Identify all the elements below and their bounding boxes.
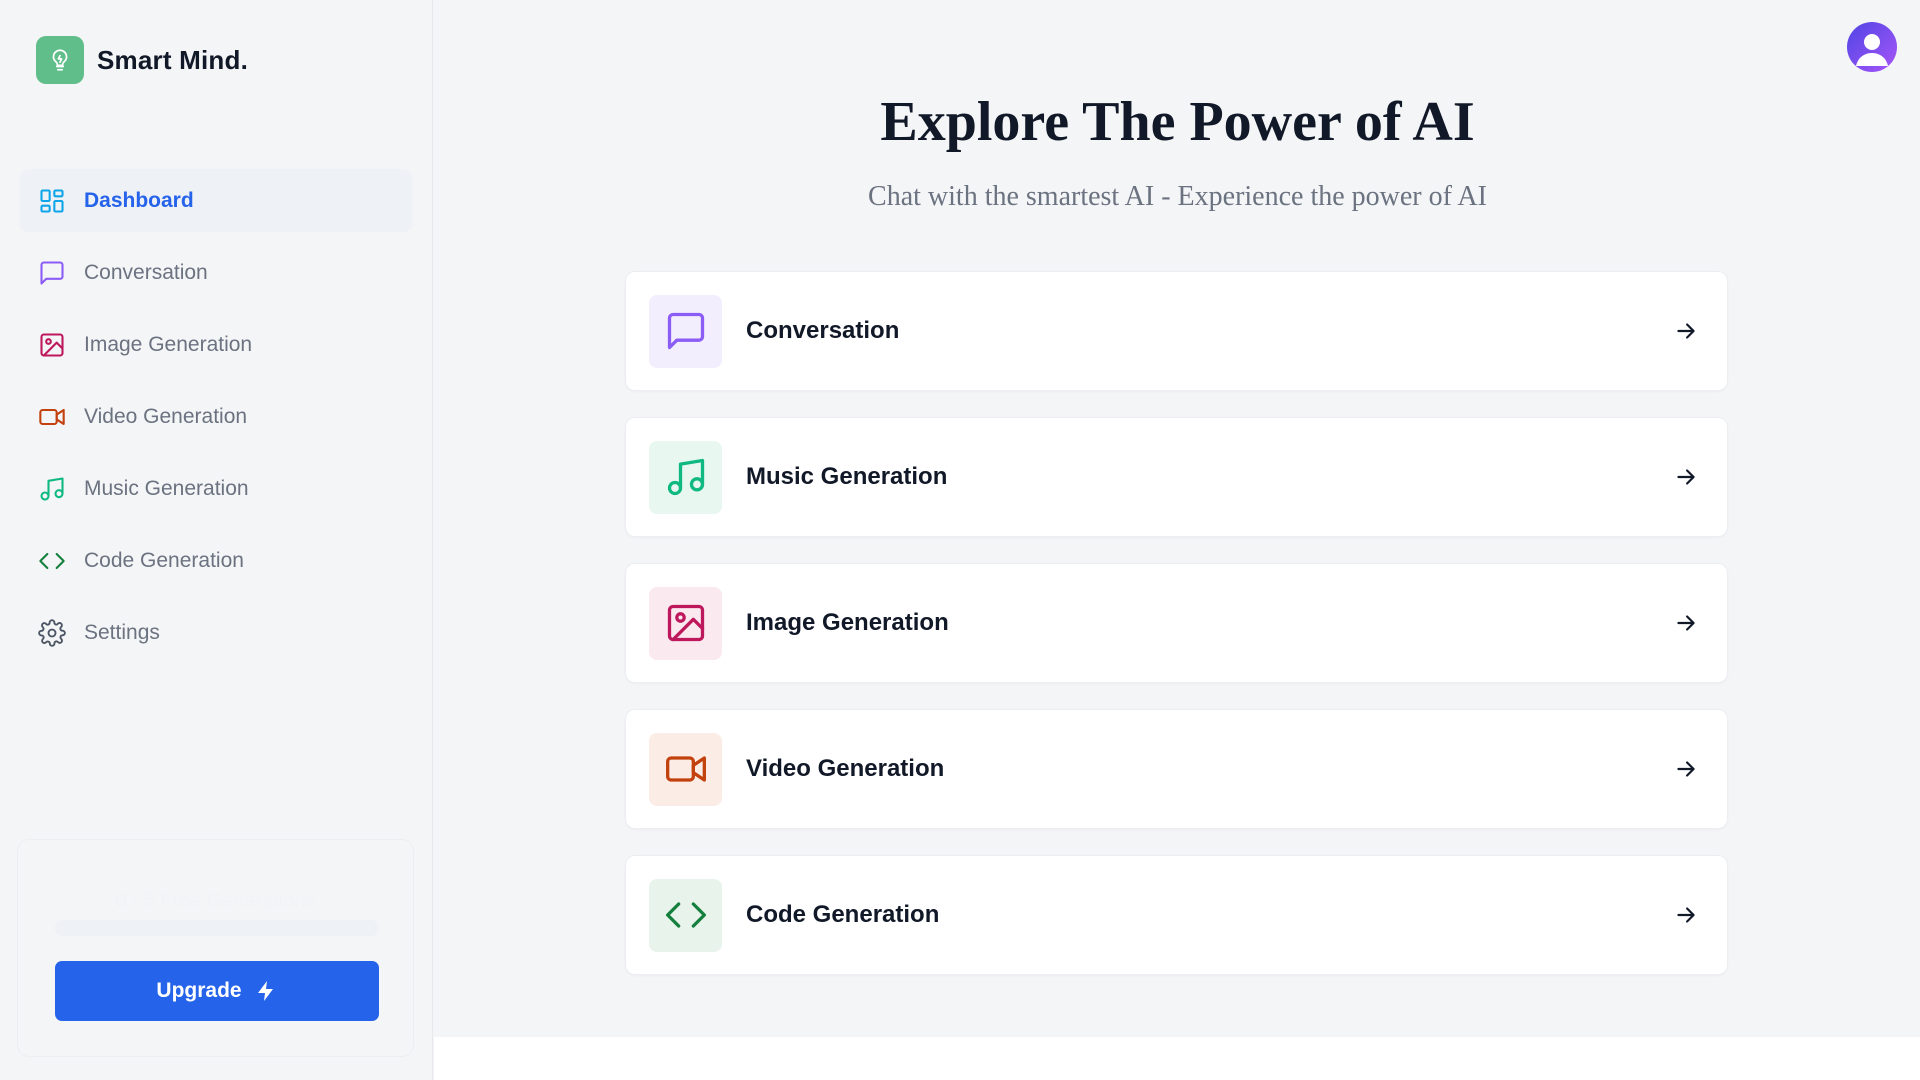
upgrade-button-label: Upgrade	[156, 979, 242, 1002]
app-root: Smart Mind. Dashboard Conversation Image…	[0, 0, 1920, 1080]
upgrade-button[interactable]: Upgrade	[55, 961, 379, 1021]
tool-card-label: Video Generation	[746, 755, 945, 782]
sidebar-item-label: Video Generation	[84, 404, 248, 428]
tool-cards: Conversation Music Generation Image Gene…	[625, 271, 1728, 1001]
tool-card-label: Conversation	[746, 317, 900, 344]
usage-progress-bar	[55, 920, 379, 936]
tool-card-label: Music Generation	[746, 463, 948, 490]
brand[interactable]: Smart Mind.	[36, 36, 248, 84]
user-avatar[interactable]	[1847, 22, 1897, 72]
image-icon	[649, 586, 722, 660]
lightning-icon	[257, 981, 273, 1001]
arrow-right-icon	[1671, 462, 1701, 492]
usage-counter: 0 / 5 Free Generations	[115, 890, 316, 912]
sidebar-item-image-generation[interactable]: Image Generation	[19, 313, 413, 376]
sidebar-item-label: Code Generation	[84, 548, 244, 572]
arrow-right-icon	[1671, 754, 1701, 784]
usage-card: 0 / 5 Free Generations Upgrade	[17, 839, 414, 1057]
sidebar-item-label: Dashboard	[84, 188, 194, 212]
tool-card-code-generation[interactable]: Code Generation	[625, 855, 1728, 975]
sidebar-item-label: Conversation	[84, 260, 208, 284]
sidebar: Smart Mind. Dashboard Conversation Image…	[0, 0, 433, 1080]
music-icon	[649, 440, 722, 514]
page-subtitle: Chat with the smartest AI - Experience t…	[868, 181, 1487, 212]
music-icon	[37, 474, 67, 504]
gear-icon	[37, 618, 67, 648]
arrow-right-icon	[1671, 608, 1701, 638]
tool-card-video-generation[interactable]: Video Generation	[625, 709, 1728, 829]
image-icon	[37, 330, 67, 360]
arrow-right-icon	[1671, 900, 1701, 930]
tool-card-music-generation[interactable]: Music Generation	[625, 417, 1728, 537]
sidebar-item-label: Image Generation	[84, 332, 253, 356]
tool-card-image-generation[interactable]: Image Generation	[625, 563, 1728, 683]
sidebar-item-settings[interactable]: Settings	[19, 601, 413, 664]
code-icon	[649, 878, 722, 952]
code-icon	[37, 546, 67, 576]
sidebar-item-label: Settings	[84, 620, 160, 644]
chat-icon	[649, 294, 722, 368]
video-icon	[37, 402, 67, 432]
arrow-right-icon	[1671, 316, 1701, 346]
lightbulb-logo-icon	[36, 36, 84, 84]
sidebar-item-conversation[interactable]: Conversation	[19, 241, 413, 304]
dashboard-icon	[37, 186, 67, 216]
chat-icon	[37, 258, 67, 288]
sidebar-item-dashboard[interactable]: Dashboard	[19, 169, 413, 232]
sidebar-item-code-generation[interactable]: Code Generation	[19, 529, 413, 592]
sidebar-nav: Dashboard Conversation Image Generation	[19, 169, 413, 673]
tool-card-label: Image Generation	[746, 609, 949, 636]
user-icon	[1856, 34, 1888, 66]
tool-card-conversation[interactable]: Conversation	[625, 271, 1728, 391]
tool-card-label: Code Generation	[746, 901, 940, 928]
page-title: Explore The Power of AI	[880, 91, 1475, 153]
footer-strip	[434, 1037, 1920, 1080]
sidebar-item-music-generation[interactable]: Music Generation	[19, 457, 413, 520]
brand-name: Smart Mind.	[97, 44, 248, 75]
sidebar-item-video-generation[interactable]: Video Generation	[19, 385, 413, 448]
video-icon	[649, 732, 722, 806]
sidebar-item-label: Music Generation	[84, 476, 249, 500]
